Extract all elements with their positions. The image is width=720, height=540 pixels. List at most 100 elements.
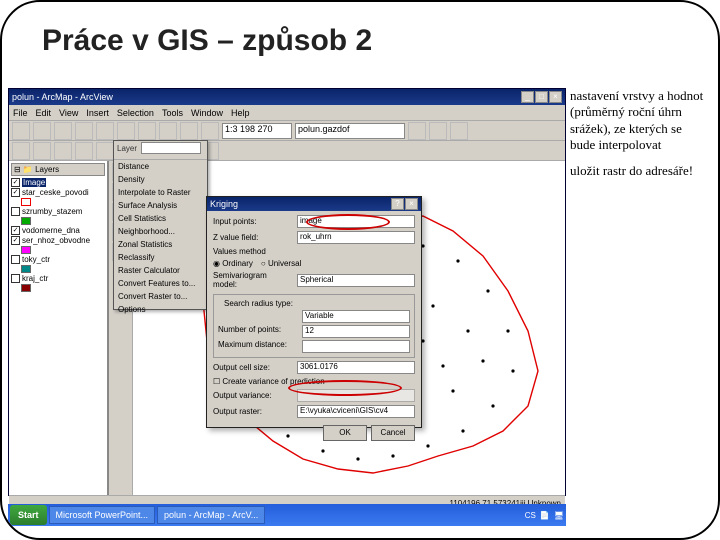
- sa-item[interactable]: Surface Analysis: [114, 199, 207, 212]
- layer-checkbox[interactable]: [11, 255, 20, 264]
- layer-row[interactable]: Image: [11, 178, 105, 187]
- tray-lang[interactable]: CS: [525, 511, 536, 520]
- layer-checkbox[interactable]: [11, 178, 20, 187]
- select-icon[interactable]: [96, 142, 114, 160]
- new-icon[interactable]: [12, 122, 30, 140]
- cancel-button[interactable]: Cancel: [371, 425, 415, 441]
- semiv-dd[interactable]: Spherical: [297, 274, 415, 287]
- layer-row[interactable]: szrumby_stazem: [11, 207, 105, 216]
- sa-item[interactable]: Reclassify: [114, 251, 207, 264]
- sa-item[interactable]: Options: [114, 303, 207, 316]
- kriging-help-button[interactable]: ?: [391, 198, 404, 210]
- copy-icon[interactable]: [117, 122, 135, 140]
- menu-edit[interactable]: Edit: [36, 108, 52, 118]
- menu-selection[interactable]: Selection: [117, 108, 154, 118]
- undo-icon[interactable]: [159, 122, 177, 140]
- sa-layer-dd[interactable]: [141, 142, 201, 154]
- label-method: Values method: [213, 247, 415, 256]
- layer-checkbox[interactable]: [11, 274, 20, 283]
- npts-input[interactable]: 12: [302, 325, 410, 338]
- menubar: File Edit View Insert Selection Tools Wi…: [9, 105, 565, 121]
- start-button[interactable]: Start: [10, 505, 47, 525]
- layer-name: vodomerne_dna: [22, 226, 80, 235]
- layer-row[interactable]: kraj_ctr: [11, 274, 105, 283]
- screenshot-region: polun - ArcMap - ArcView _ □ × File Edit…: [8, 88, 716, 526]
- layer-checkbox[interactable]: [11, 207, 20, 216]
- scale-input[interactable]: 1:3 198 270: [222, 123, 292, 139]
- highlight-oval-1: [306, 214, 390, 230]
- layer-swatch-row: [11, 217, 105, 225]
- swatch-icon: [21, 246, 31, 254]
- taskbar-item[interactable]: Microsoft PowerPoint...: [49, 506, 156, 524]
- pan-icon[interactable]: [54, 142, 72, 160]
- minimize-button[interactable]: _: [521, 91, 534, 103]
- save-icon[interactable]: [54, 122, 72, 140]
- menu-window[interactable]: Window: [191, 108, 223, 118]
- sa-item[interactable]: Neighborhood...: [114, 225, 207, 238]
- label-outras: Output raster:: [213, 407, 293, 416]
- layer-checkbox[interactable]: [11, 188, 20, 197]
- label-semiv: Semivariogram model:: [213, 271, 293, 289]
- layer-name: ser_nhoz_obvodne: [22, 236, 90, 245]
- zfield-dd[interactable]: rok_uhrn: [297, 231, 415, 244]
- label-input-points: Input points:: [213, 217, 293, 226]
- tray-pc-icon[interactable]: 🖥: [554, 511, 564, 520]
- redo-icon[interactable]: [180, 122, 198, 140]
- tool-a-icon[interactable]: [429, 122, 447, 140]
- layer-name: kraj_ctr: [22, 274, 48, 283]
- system-tray: CS 📄 🖥: [525, 511, 564, 520]
- zoomout-icon[interactable]: [33, 142, 51, 160]
- sa-item[interactable]: Cell Statistics: [114, 212, 207, 225]
- sa-item[interactable]: Density: [114, 173, 207, 186]
- radio-universal[interactable]: ○ Universal: [261, 259, 301, 268]
- highlight-oval-2: [288, 380, 402, 396]
- layer-swatch-row: [11, 265, 105, 273]
- open-icon[interactable]: [33, 122, 51, 140]
- ok-button[interactable]: OK: [323, 425, 367, 441]
- layer-selector[interactable]: polun.gazdof: [295, 123, 405, 139]
- editor-icon[interactable]: [408, 122, 426, 140]
- paste-icon[interactable]: [138, 122, 156, 140]
- radio-ordinary[interactable]: ◉ Ordinary: [213, 259, 253, 268]
- tool-b-icon[interactable]: [450, 122, 468, 140]
- fullextent-icon[interactable]: [75, 142, 93, 160]
- close-button[interactable]: ×: [549, 91, 562, 103]
- layer-checkbox[interactable]: [11, 236, 20, 245]
- label-cellsize: Output cell size:: [213, 363, 293, 372]
- annotation-block: nastavení vrstvy a hodnot (průměrný ročn…: [570, 88, 710, 189]
- kriging-close-button[interactable]: ×: [405, 198, 418, 210]
- layer-checkbox[interactable]: [11, 226, 20, 235]
- layer-row[interactable]: ser_nhoz_obvodne: [11, 236, 105, 245]
- sa-item[interactable]: Distance: [114, 160, 207, 173]
- arcmap-window-title: polun - ArcMap - ArcView: [12, 92, 113, 102]
- sa-item[interactable]: Interpolate to Raster: [114, 186, 207, 199]
- menu-view[interactable]: View: [59, 108, 78, 118]
- menu-help[interactable]: Help: [231, 108, 250, 118]
- sa-item[interactable]: Convert Raster to...: [114, 290, 207, 303]
- taskbar-item[interactable]: polun - ArcMap - ArcV...: [157, 506, 265, 524]
- layer-row[interactable]: star_ceske_povodi: [11, 188, 105, 197]
- sa-item[interactable]: Raster Calculator: [114, 264, 207, 277]
- maxd-input[interactable]: [302, 340, 410, 353]
- menu-file[interactable]: File: [13, 108, 28, 118]
- tray-docs-icon[interactable]: 📄: [540, 511, 550, 520]
- menu-tools[interactable]: Tools: [162, 108, 183, 118]
- maximize-button[interactable]: □: [535, 91, 548, 103]
- layer-row[interactable]: toky_ctr: [11, 255, 105, 264]
- cellsize-input[interactable]: 3061.0176: [297, 361, 415, 374]
- cut-icon[interactable]: [96, 122, 114, 140]
- toc-header: ⊟ 📁 Layers: [11, 163, 105, 176]
- addlayer-icon[interactable]: [201, 122, 219, 140]
- table-of-contents: ⊟ 📁 Layers Image star_ceske_povodi: [9, 161, 109, 495]
- outras-input[interactable]: E:\vyuka\cviceni\GIS\cv4: [297, 405, 415, 418]
- windows-taskbar: Start Microsoft PowerPoint... polun - Ar…: [8, 504, 566, 526]
- sa-item[interactable]: Convert Features to...: [114, 277, 207, 290]
- layer-name: szrumby_stazem: [22, 207, 82, 216]
- print-icon[interactable]: [75, 122, 93, 140]
- radius-type-dd[interactable]: Variable: [302, 310, 410, 323]
- sa-item[interactable]: Zonal Statistics: [114, 238, 207, 251]
- menu-insert[interactable]: Insert: [86, 108, 109, 118]
- layer-row[interactable]: vodomerne_dna: [11, 226, 105, 235]
- zoomin-icon[interactable]: [12, 142, 30, 160]
- swatch-icon: [21, 265, 31, 273]
